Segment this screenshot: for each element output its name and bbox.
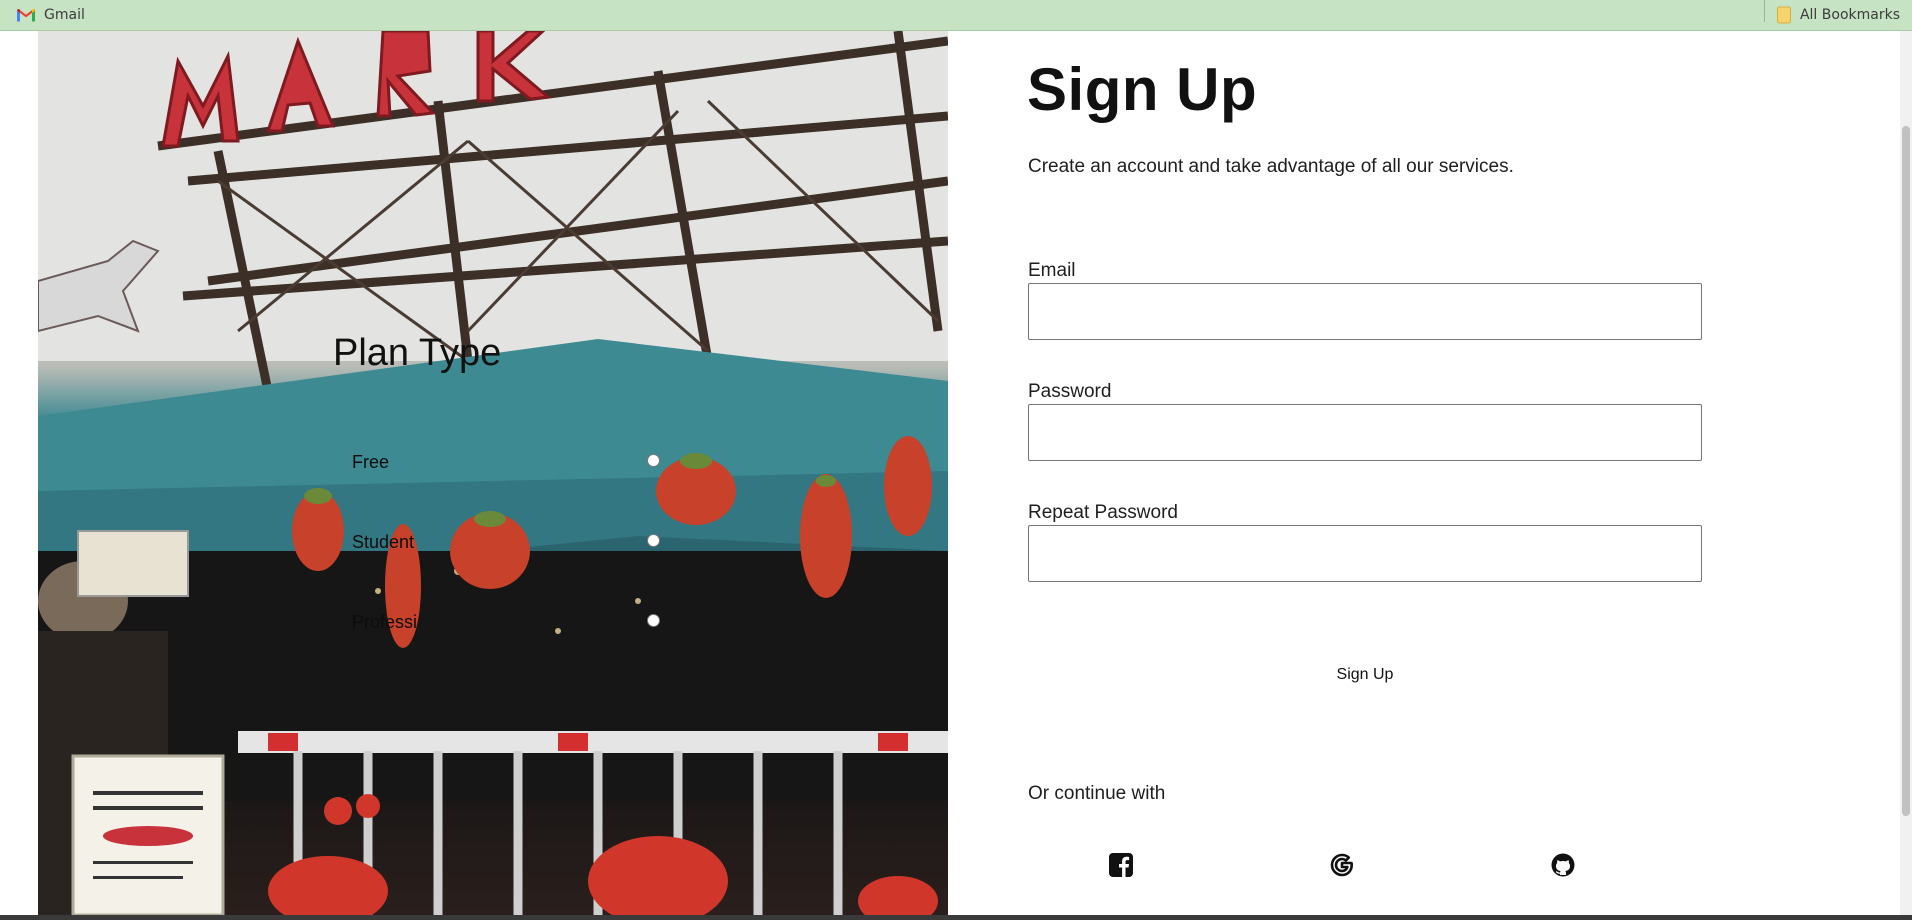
repeat-password-label: Repeat Password bbox=[1028, 502, 1178, 523]
bookmark-label: Gmail bbox=[44, 7, 85, 23]
bookmarks-bar: Gmail All Bookmarks bbox=[0, 0, 1912, 31]
all-bookmarks-label: All Bookmarks bbox=[1799, 7, 1900, 23]
sign-up-button[interactable]: Sign Up bbox=[1028, 655, 1702, 695]
folder-icon bbox=[1776, 6, 1791, 24]
facebook-icon bbox=[1109, 853, 1133, 877]
plan-option-label: Student bbox=[352, 532, 415, 552]
bookmarks-separator bbox=[1764, 0, 1765, 22]
facebook-login-button[interactable] bbox=[1107, 851, 1135, 879]
google-icon bbox=[1330, 853, 1353, 877]
window-bottom-edge bbox=[0, 915, 1912, 920]
github-icon bbox=[1551, 853, 1575, 877]
plan-radio-professional[interactable] bbox=[647, 614, 660, 627]
github-login-button[interactable] bbox=[1549, 851, 1577, 879]
plan-type-title: Plan Type bbox=[333, 332, 502, 374]
plan-option-free[interactable]: Free bbox=[352, 449, 672, 475]
repeat-password-field[interactable] bbox=[1028, 525, 1702, 582]
bookmark-gmail[interactable]: Gmail bbox=[17, 0, 85, 30]
gmail-icon bbox=[17, 9, 35, 22]
google-login-button[interactable] bbox=[1328, 851, 1356, 879]
plan-option-label: Free bbox=[352, 452, 390, 472]
plan-option-label: Professi bbox=[352, 612, 418, 632]
continue-with-label: Or continue with bbox=[1028, 783, 1166, 804]
password-field[interactable] bbox=[1028, 404, 1702, 461]
signup-title: Sign Up bbox=[1027, 56, 1258, 123]
all-bookmarks-button[interactable]: All Bookmarks bbox=[1776, 0, 1900, 30]
email-label: Email bbox=[1028, 260, 1076, 281]
signup-subtitle: Create an account and take advantage of … bbox=[1028, 156, 1514, 177]
scrollbar-thumb[interactable] bbox=[1902, 126, 1910, 816]
plan-option-student[interactable]: Student bbox=[352, 529, 672, 555]
plan-radio-free[interactable] bbox=[647, 454, 660, 467]
page-scrollbar[interactable] bbox=[1900, 31, 1912, 915]
market-photo: Plan Type Free Student Professi bbox=[38, 31, 948, 915]
plan-option-professional[interactable]: Professi bbox=[352, 609, 672, 635]
email-field[interactable] bbox=[1028, 283, 1702, 340]
password-label: Password bbox=[1028, 381, 1112, 402]
plan-radio-student[interactable] bbox=[647, 534, 660, 547]
